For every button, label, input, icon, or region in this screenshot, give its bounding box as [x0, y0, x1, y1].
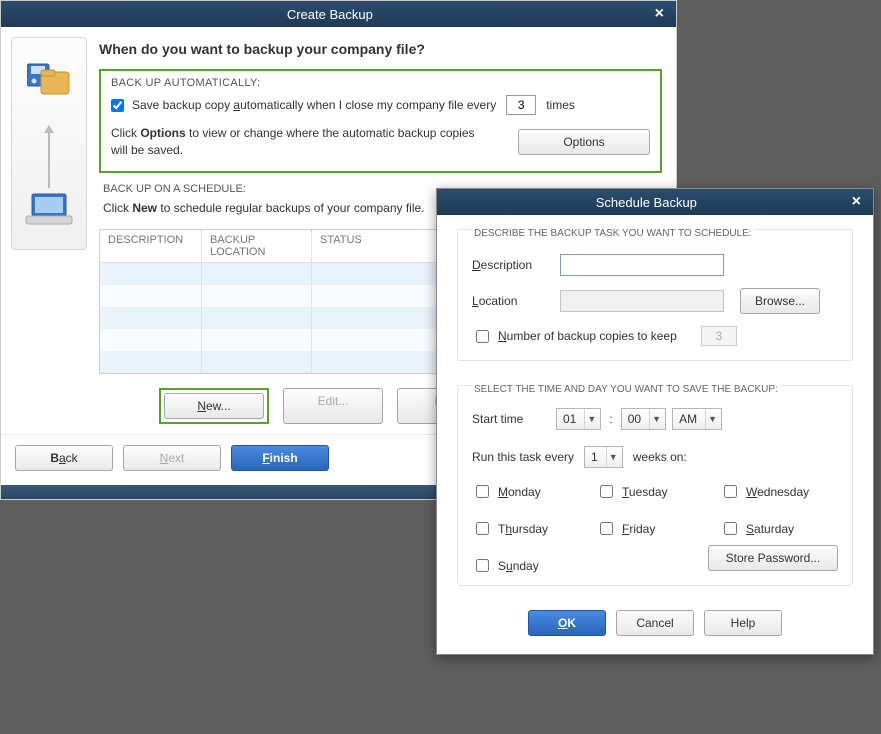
chevron-down-icon: ▼	[649, 409, 665, 429]
backup-automatically-section: BACK UP AUTOMATICALLY: Save backup copy …	[99, 69, 662, 173]
col-location: BACKUP LOCATION	[202, 230, 312, 262]
ok-button[interactable]: OK	[528, 610, 606, 636]
help-button[interactable]: Help	[704, 610, 782, 636]
day-tuesday[interactable]: Tuesday	[596, 482, 714, 501]
create-backup-title: Create Backup	[9, 7, 651, 22]
edit-button: Edit...	[283, 388, 383, 424]
day-thursday[interactable]: Thursday	[472, 519, 590, 538]
times-input[interactable]	[506, 95, 536, 115]
new-button-highlight: New...	[159, 388, 269, 424]
schedule-backup-title: Schedule Backup	[445, 195, 848, 210]
disk-folder-icon	[27, 60, 71, 103]
close-icon[interactable]: ×	[651, 5, 668, 23]
times-suffix: times	[546, 98, 575, 112]
keep-copies-input	[701, 326, 737, 346]
arrow-up-icon	[48, 128, 50, 188]
wizard-graphic	[11, 37, 87, 250]
day-monday[interactable]: Monday	[472, 482, 590, 501]
new-button[interactable]: New...	[164, 393, 264, 419]
chevron-down-icon: ▼	[606, 447, 622, 467]
run-every-label-pre: Run this task every	[472, 450, 574, 464]
keep-copies-checkbox[interactable]	[476, 330, 489, 343]
schedule-backup-titlebar: Schedule Backup ×	[437, 189, 873, 215]
weeks-select[interactable]: 1▼	[584, 446, 623, 468]
store-password-button[interactable]: Store Password...	[708, 545, 838, 571]
schedule-backup-window: Schedule Backup × DESCRIBE THE BACKUP TA…	[436, 188, 874, 655]
options-button[interactable]: Options	[518, 129, 650, 155]
day-friday[interactable]: Friday	[596, 519, 714, 538]
location-input	[560, 290, 724, 312]
keep-copies-label: Number of backup copies to keep	[498, 329, 677, 343]
describe-task-group: DESCRIBE THE BACKUP TASK YOU WANT TO SCH…	[457, 229, 853, 361]
cancel-button[interactable]: Cancel	[616, 610, 694, 636]
finish-button[interactable]: Finish	[231, 445, 329, 471]
chevron-down-icon: ▼	[705, 409, 721, 429]
description-label: Description	[472, 258, 550, 272]
options-help-text: Click Options to view or change where th…	[111, 125, 494, 159]
location-label: Location	[472, 294, 550, 308]
day-wednesday[interactable]: Wednesday	[720, 482, 838, 501]
start-time-label: Start time	[472, 412, 550, 426]
minute-select[interactable]: 00▼	[621, 408, 666, 430]
back-button[interactable]: Back	[15, 445, 113, 471]
describe-task-title: DESCRIBE THE BACKUP TASK YOU WANT TO SCH…	[472, 228, 754, 239]
next-button: Next	[123, 445, 221, 471]
hour-select[interactable]: 01▼	[556, 408, 601, 430]
save-automatically-checkbox[interactable]	[111, 99, 124, 112]
run-every-label-post: weeks on:	[633, 450, 687, 464]
auto-section-label: BACK UP AUTOMATICALLY:	[111, 77, 650, 89]
day-sunday[interactable]: Sunday	[472, 556, 590, 575]
description-input[interactable]	[560, 254, 724, 276]
ampm-select[interactable]: AM▼	[672, 408, 722, 430]
select-time-title: SELECT THE TIME AND DAY YOU WANT TO SAVE…	[472, 384, 780, 395]
select-time-group: SELECT THE TIME AND DAY YOU WANT TO SAVE…	[457, 385, 853, 586]
browse-button[interactable]: Browse...	[740, 288, 820, 314]
laptop-icon	[24, 192, 74, 233]
col-description: DESCRIPTION	[100, 230, 202, 262]
day-saturday[interactable]: Saturday	[720, 519, 838, 538]
auto-checkbox-label: Save backup copy automatically when I cl…	[132, 98, 496, 112]
close-icon[interactable]: ×	[848, 193, 865, 211]
create-backup-titlebar: Create Backup ×	[1, 1, 676, 27]
chevron-down-icon: ▼	[584, 409, 600, 429]
page-heading: When do you want to backup your company …	[99, 41, 662, 57]
